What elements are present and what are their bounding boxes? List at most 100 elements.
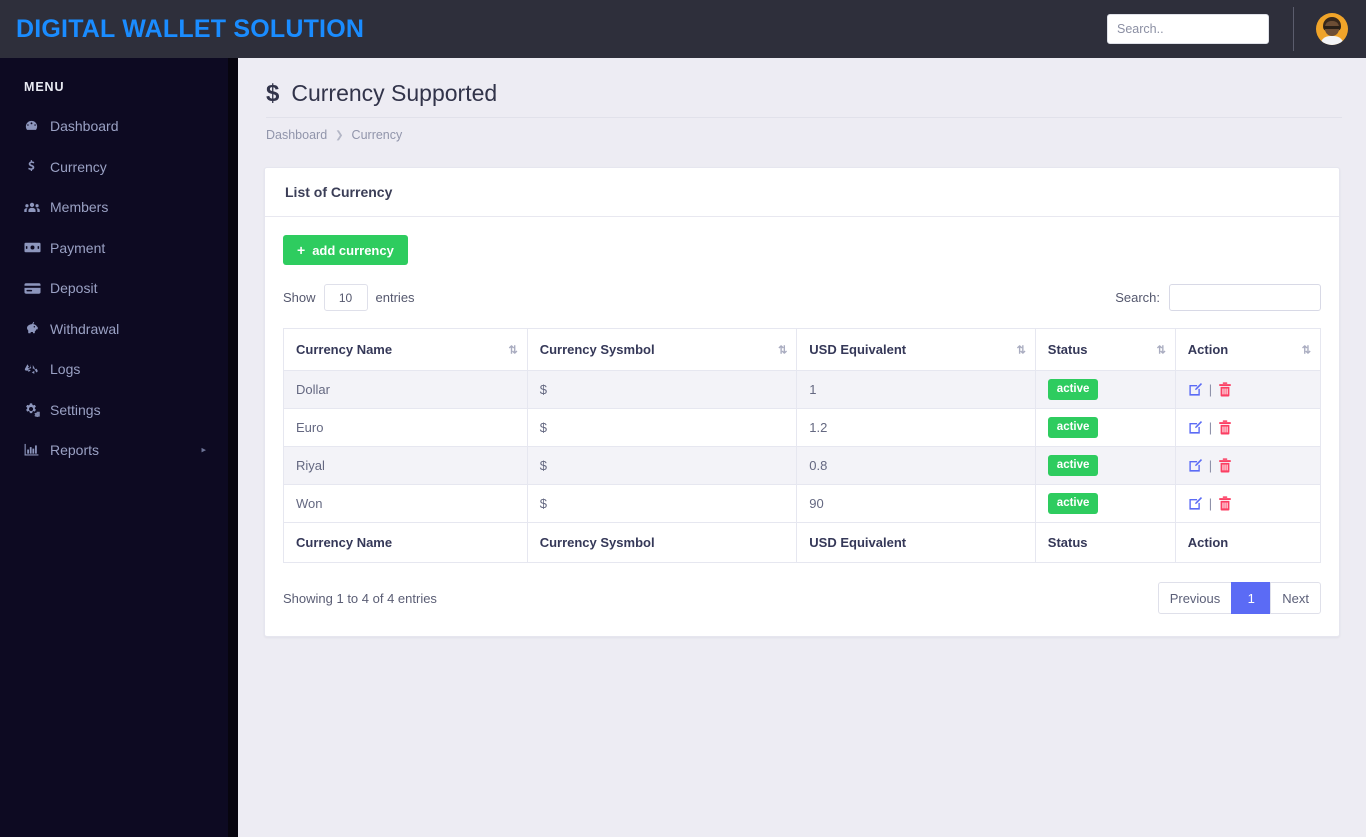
add-currency-button[interactable]: + add currency [283,235,408,265]
sidebar-item-dashboard[interactable]: Dashboard [0,106,238,147]
table-body: Dollar $ 1 active | Euro $ 1.2 active | … [283,370,1322,523]
card-title: List of Currency [265,168,1339,217]
status-badge: active [1047,493,1099,514]
top-navbar: DIGITAL WALLET SOLUTION [0,0,1366,58]
sidebar-scrollbar[interactable] [228,58,238,837]
dashboard-icon [24,119,50,134]
table-row: Euro $ 1.2 active | [283,408,1322,447]
pagination-next[interactable]: Next [1270,582,1321,614]
cell-action: | [1174,484,1322,523]
cell-status: active [1034,370,1176,409]
column-header-currency-name[interactable]: Currency Name ⇅ [283,328,528,371]
table-row: Riyal $ 0.8 active | [283,446,1322,485]
card-body: + add currency Show entries Search: [265,217,1339,636]
cell-currency-name: Euro [283,408,528,447]
table-foot: Currency Name Currency Sysmbol USD Equiv… [283,522,1322,563]
action-separator: | [1208,458,1213,473]
edit-icon[interactable] [1188,458,1203,473]
column-header-currency-symbol[interactable]: Currency Sysmbol ⇅ [526,328,798,371]
sidebar-item-reports[interactable]: Reports ▸ [0,430,238,471]
sort-icon: ⇅ [1016,344,1026,356]
breadcrumb-item-currency[interactable]: Currency [352,128,403,142]
pagination-page-1[interactable]: 1 [1231,582,1272,614]
cell-usd-equivalent: 0.8 [796,446,1036,485]
cell-currency-name: Won [283,484,528,523]
sort-icon: ⇅ [1156,344,1166,356]
avatar[interactable] [1316,13,1348,45]
sidebar-item-label: Settings [50,401,101,418]
column-label: Action [1187,342,1229,357]
action-separator: | [1208,420,1213,435]
sidebar-item-payment[interactable]: Payment [0,228,238,269]
sidebar: MENU Dashboard Currency Members Payment … [0,58,238,837]
cell-action: | [1174,408,1322,447]
sidebar-item-logs[interactable]: Logs [0,349,238,390]
sidebar-item-currency[interactable]: Currency [0,147,238,188]
topbar-right-group [1107,0,1366,58]
footer-currency-symbol: Currency Sysmbol [526,522,798,563]
cell-usd-equivalent: 90 [796,484,1036,523]
cell-currency-symbol: $ [526,446,798,485]
table-controls: Show entries Search: [283,284,1321,311]
breadcrumb-item-dashboard[interactable]: Dashboard [266,128,327,142]
edit-icon[interactable] [1188,382,1203,397]
page-length-input[interactable] [323,284,368,311]
sidebar-item-members[interactable]: Members [0,187,238,228]
sidebar-item-label: Dashboard [50,118,119,135]
cell-status: active [1034,484,1176,523]
action-separator: | [1208,382,1213,397]
cell-currency-name: Dollar [283,370,528,409]
cogs-icon [24,402,50,418]
users-icon [24,200,50,215]
trash-icon[interactable] [1218,382,1232,397]
column-header-usd-equivalent[interactable]: USD Equivalent ⇅ [796,328,1036,371]
sidebar-item-settings[interactable]: Settings [0,390,238,431]
column-header-action[interactable]: Action ⇅ [1174,328,1322,371]
chevron-right-icon: ▸ [201,444,206,455]
table-search-input[interactable] [1169,284,1321,311]
cell-usd-equivalent: 1 [796,370,1036,409]
sidebar-item-label: Logs [50,361,81,378]
sidebar-item-label: Withdrawal [50,320,120,337]
edit-icon[interactable] [1188,496,1203,511]
credit-card-icon [24,282,50,295]
trash-icon[interactable] [1218,458,1232,473]
sidebar-item-deposit[interactable]: Deposit [0,268,238,309]
row-actions: | [1188,382,1308,397]
app-brand-title: DIGITAL WALLET SOLUTION [16,14,365,43]
sidebar-heading: MENU [24,80,65,94]
breadcrumb: Dashboard ❯ Currency [266,117,1342,142]
avatar-body [1320,36,1344,45]
table-footer-bar: Showing 1 to 4 of 4 entries Previous 1 N… [283,582,1321,614]
avatar-glasses [1324,26,1340,29]
currency-card: List of Currency + add currency Show ent… [264,167,1340,637]
edit-icon[interactable] [1188,420,1203,435]
recycle-icon [24,362,50,377]
sidebar-item-label: Members [50,199,109,216]
main-content: $ Currency Supported Dashboard ❯ Currenc… [238,58,1366,837]
entries-label: entries [375,290,415,305]
search-label: Search: [1115,290,1160,305]
sidebar-item-withdrawal[interactable]: Withdrawal [0,309,238,350]
table-header-row: Currency Name ⇅ Currency Sysmbol ⇅ USD E… [283,328,1322,371]
column-header-status[interactable]: Status ⇅ [1034,328,1176,371]
global-search-input[interactable] [1107,14,1269,44]
pagination: Previous 1 Next [1157,582,1321,614]
sort-icon: ⇅ [778,344,787,356]
cell-currency-symbol: $ [526,408,798,447]
sort-icon: ⇅ [1301,344,1311,356]
add-currency-label: add currency [312,242,394,258]
pagination-previous[interactable]: Previous [1157,582,1233,614]
table-search-control: Search: [1115,284,1321,311]
action-separator: | [1208,496,1213,511]
column-label: Currency Sysmbol [539,342,655,357]
dollar-icon [24,159,50,174]
trash-icon[interactable] [1218,496,1232,511]
column-label: Currency Name [296,342,393,357]
trash-icon[interactable] [1218,420,1232,435]
cell-currency-name: Riyal [283,446,528,485]
sidebar-item-label: Deposit [50,280,98,297]
cell-usd-equivalent: 1.2 [796,408,1036,447]
status-badge: active [1047,455,1099,476]
cell-status: active [1034,446,1176,485]
